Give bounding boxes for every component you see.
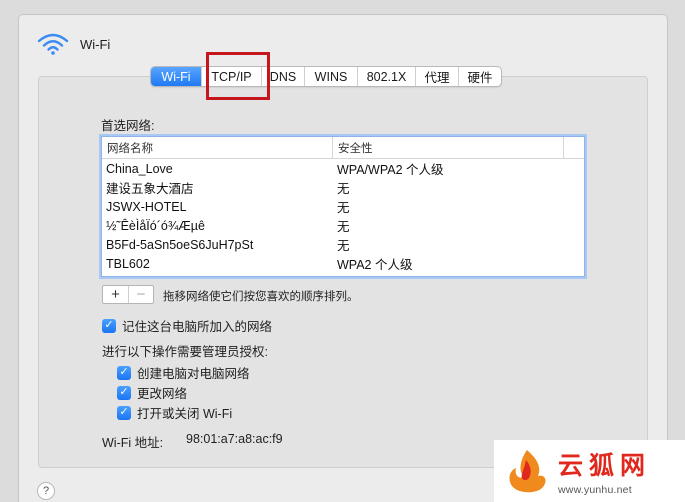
add-network-button[interactable]: + xyxy=(103,286,128,303)
header-title: Wi-Fi xyxy=(80,36,111,52)
table-row[interactable]: China_Love WPA/WPA2 个人级 xyxy=(102,159,584,178)
preferred-networks-table[interactable]: 网络名称 安全性 China_Love WPA/WPA2 个人级 建设五象大酒店… xyxy=(101,136,585,277)
table-row[interactable]: ½˜ÊèÌåÏó´ó¾Æµê 无 xyxy=(102,216,584,235)
network-name: China_Love xyxy=(106,161,173,176)
table-row[interactable]: JSWX-HOTEL 无 xyxy=(102,197,584,216)
remember-networks-option[interactable]: ✓ 记住这台电脑所加入的网络 xyxy=(102,316,272,335)
checkmark-icon[interactable]: ✓ xyxy=(117,385,131,400)
network-security: WPA/WPA2 个人级 xyxy=(337,163,444,177)
checkmark-icon[interactable]: ✓ xyxy=(102,318,116,333)
tab-wifi[interactable]: Wi-Fi xyxy=(151,67,201,86)
watermark: 云狐网 www.yunhu.net xyxy=(494,440,685,502)
preferred-networks-label: 首选网络: xyxy=(101,119,155,133)
column-header-security[interactable]: 安全性 xyxy=(333,137,564,158)
network-name: 建设五象大酒店 xyxy=(106,182,194,196)
network-security: 无 xyxy=(337,239,350,253)
table-header: 网络名称 安全性 xyxy=(102,137,584,159)
wifi-icon xyxy=(36,33,70,55)
network-name: JSWX-HOTEL xyxy=(106,199,187,214)
admin-auth-label: 进行以下操作需要管理员授权: xyxy=(102,345,268,359)
toggle-wifi-option[interactable]: ✓ 打开或关闭 Wi-Fi xyxy=(117,403,232,422)
watermark-brand: 云狐网 xyxy=(558,451,652,480)
network-security: WPA2 个人级 xyxy=(337,258,413,272)
table-row[interactable]: 建设五象大酒店 无 xyxy=(102,178,584,197)
network-name: B5Fd-5aSn5oeS6JuH7pSt xyxy=(106,237,254,252)
add-remove-control: + − xyxy=(102,285,154,304)
create-computer-network-option[interactable]: ✓ 创建电脑对电脑网络 xyxy=(117,363,250,382)
network-name: ½˜ÊèÌåÏó´ó¾Æµê xyxy=(106,218,205,233)
tab-bar: Wi-Fi TCP/IP DNS WINS 802.1X 代理 硬件 xyxy=(150,66,502,87)
change-networks-option[interactable]: ✓ 更改网络 xyxy=(117,383,187,402)
tab-proxies[interactable]: 代理 xyxy=(415,67,458,86)
network-security: 无 xyxy=(337,182,350,196)
tab-wins[interactable]: WINS xyxy=(304,67,357,86)
wifi-address-value: 98:01:a7:a8:ac:f9 xyxy=(186,432,283,446)
watermark-url: www.yunhu.net xyxy=(558,484,632,496)
remove-network-button[interactable]: − xyxy=(127,286,153,303)
checkmark-icon[interactable]: ✓ xyxy=(117,405,131,420)
help-button[interactable]: ? xyxy=(37,482,55,500)
table-row[interactable]: B5Fd-5aSn5oeS6JuH7pSt 无 xyxy=(102,235,584,254)
toggle-wifi-label: 打开或关闭 Wi-Fi xyxy=(137,407,233,421)
reorder-hint: 拖移网络使它们按您喜欢的顺序排列。 xyxy=(163,291,359,303)
network-security: 无 xyxy=(337,201,350,215)
checkmark-icon[interactable]: ✓ xyxy=(117,365,131,380)
window-header: Wi-Fi xyxy=(36,33,110,55)
table-row[interactable]: TBL602 WPA2 个人级 xyxy=(102,254,584,273)
fox-logo-icon xyxy=(509,450,546,493)
tab-8021x[interactable]: 802.1X xyxy=(357,67,415,86)
remember-networks-label: 记住这台电脑所加入的网络 xyxy=(122,320,273,334)
wifi-address-label: Wi-Fi 地址: xyxy=(102,436,164,450)
tab-hardware[interactable]: 硬件 xyxy=(458,67,501,86)
tab-tcpip[interactable]: TCP/IP xyxy=(201,67,261,86)
change-networks-label: 更改网络 xyxy=(137,387,188,401)
network-security: 无 xyxy=(337,220,350,234)
network-name: TBL602 xyxy=(106,256,150,271)
create-computer-network-label: 创建电脑对电脑网络 xyxy=(137,367,250,381)
tab-dns[interactable]: DNS xyxy=(261,67,304,86)
column-header-network-name[interactable]: 网络名称 xyxy=(102,137,333,158)
